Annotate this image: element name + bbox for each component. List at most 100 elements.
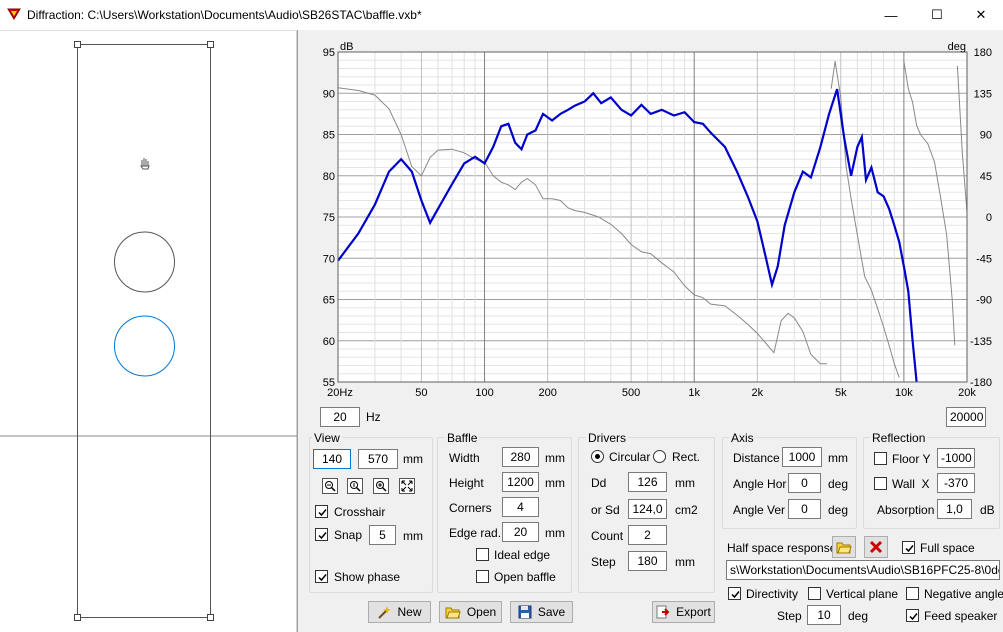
- count-input[interactable]: 2: [628, 525, 667, 545]
- distance-unit: mm: [828, 451, 848, 465]
- open-baffle-label: Open baffle: [494, 570, 556, 584]
- angle-ver-input[interactable]: 0: [788, 499, 821, 519]
- maximize-button[interactable]: ☐: [914, 0, 960, 30]
- minimize-icon: —: [884, 7, 898, 23]
- baffle-handle[interactable]: [74, 41, 81, 48]
- baffle-drawing[interactable]: [0, 31, 297, 632]
- start-frequency-input[interactable]: 20: [320, 407, 360, 427]
- wall-input[interactable]: -370: [937, 473, 975, 493]
- db-axis-labels: 959085807570656055: [323, 47, 335, 389]
- zoom-in-button[interactable]: [371, 476, 391, 496]
- magic-wand-icon: [378, 606, 392, 619]
- zoom-out-icon: [322, 478, 338, 494]
- distance-input[interactable]: 1000: [782, 447, 822, 467]
- dd-input[interactable]: 126: [628, 472, 667, 492]
- app-icon: [7, 8, 21, 20]
- snap-checkbox[interactable]: [315, 528, 328, 541]
- circular-label: Circular: [609, 450, 651, 464]
- absorption-input[interactable]: 1,0: [937, 499, 972, 519]
- view-x-input[interactable]: 140: [313, 449, 351, 469]
- open-response-button[interactable]: [832, 536, 856, 558]
- check-icon: [909, 613, 918, 621]
- zoom-in-icon: [373, 478, 389, 494]
- db-tick-label: 90: [323, 88, 335, 100]
- baffle-handle[interactable]: [207, 614, 214, 621]
- full-space-checkbox[interactable]: [902, 541, 915, 554]
- width-input[interactable]: 280: [502, 447, 539, 467]
- directivity-label: Directivity: [746, 587, 799, 601]
- absorption-unit: dB: [980, 503, 995, 517]
- fullscreen-button[interactable]: [397, 476, 417, 496]
- angle-hor-unit: deg: [828, 477, 849, 491]
- baffle-handle[interactable]: [207, 41, 214, 48]
- full-space-label: Full space: [920, 541, 975, 555]
- minimize-button[interactable]: —: [868, 0, 914, 30]
- delete-icon: [869, 540, 883, 554]
- zoom-fit-button[interactable]: [345, 476, 365, 496]
- floor-checkbox[interactable]: [874, 452, 887, 465]
- edge-radius-input[interactable]: 20: [502, 522, 539, 542]
- check-icon: [731, 591, 740, 599]
- frequency-tick-label: 200: [538, 387, 556, 399]
- angle-hor-input[interactable]: 0: [788, 473, 821, 493]
- directivity-checkbox[interactable]: [728, 587, 741, 600]
- feed-speaker-checkbox[interactable]: [906, 609, 919, 622]
- edge-radius-label: Edge rad.: [449, 526, 502, 540]
- height-input[interactable]: 1200: [502, 472, 539, 492]
- axis-group-title: Axis: [729, 431, 756, 445]
- sd-unit: cm2: [675, 503, 698, 517]
- zoom-fit-icon: [347, 478, 363, 494]
- db-tick-label: 60: [323, 336, 335, 348]
- crosshair-label: Crosshair: [334, 505, 386, 519]
- circular-radio[interactable]: [591, 450, 604, 463]
- open-button[interactable]: Open: [439, 601, 502, 623]
- directivity-step-unit: deg: [848, 609, 869, 623]
- frequency-tick-label: 50: [415, 387, 427, 399]
- sd-label: or Sd: [591, 503, 620, 517]
- directivity-step-input[interactable]: 10: [807, 605, 841, 625]
- ideal-edge-checkbox[interactable]: [476, 548, 489, 561]
- open-baffle-checkbox[interactable]: [476, 570, 489, 583]
- sd-input[interactable]: 124,0: [628, 499, 667, 519]
- frequency-tick-label: 1k: [688, 387, 700, 399]
- angle-ver-label: Angle Ver: [733, 503, 786, 517]
- db-tick-label: 80: [323, 171, 335, 183]
- response-file-path[interactable]: s\Workstation\Documents\Audio\SB16PFC25-…: [726, 560, 1000, 580]
- angle-hor-label: Angle Hor: [733, 477, 787, 491]
- snap-label: Snap: [334, 528, 363, 542]
- baffle-handle[interactable]: [74, 614, 81, 621]
- remove-response-button[interactable]: [864, 536, 888, 558]
- floor-input[interactable]: -1000: [937, 448, 975, 468]
- save-button[interactable]: Save: [510, 601, 573, 623]
- driver-step-input[interactable]: 180: [628, 551, 667, 571]
- baffle-view[interactable]: [0, 30, 297, 632]
- wall-checkbox[interactable]: [874, 477, 887, 490]
- start-frequency-unit: Hz: [366, 410, 381, 424]
- close-button[interactable]: ✕: [958, 0, 1003, 30]
- view-y-input[interactable]: 570: [358, 449, 398, 469]
- driver-step-unit: mm: [675, 555, 695, 569]
- new-button[interactable]: New: [368, 601, 431, 623]
- directivity-step-label: Step: [777, 609, 802, 623]
- check-icon: [318, 574, 327, 582]
- half-space-label: Half space response: [727, 541, 837, 555]
- folder-icon: [445, 607, 461, 619]
- baffle-outline[interactable]: [77, 44, 211, 618]
- phase-tick-label: -45: [976, 253, 992, 265]
- rect-radio[interactable]: [653, 450, 666, 463]
- negative-angles-checkbox[interactable]: [906, 587, 919, 600]
- vertical-plane-checkbox[interactable]: [808, 587, 821, 600]
- export-button[interactable]: Export: [652, 601, 715, 623]
- frequency-tick-label: 100: [475, 387, 493, 399]
- frequency-tick-label: 500: [622, 387, 640, 399]
- crosshair-checkbox[interactable]: [315, 505, 328, 518]
- corners-input[interactable]: 4: [502, 497, 539, 517]
- frequency-axis-labels: 20Hz 50 100 200 500 1k 2k 5k 10k 20k: [327, 387, 976, 399]
- snap-input[interactable]: 5: [369, 525, 396, 545]
- zoom-out-button[interactable]: [320, 476, 340, 496]
- driver-circle[interactable]: [114, 231, 175, 293]
- wall-label: Wall X: [892, 477, 930, 491]
- end-frequency-input[interactable]: 20000: [946, 407, 986, 427]
- show-phase-checkbox[interactable]: [315, 570, 328, 583]
- driver-circle-selected[interactable]: [114, 315, 175, 377]
